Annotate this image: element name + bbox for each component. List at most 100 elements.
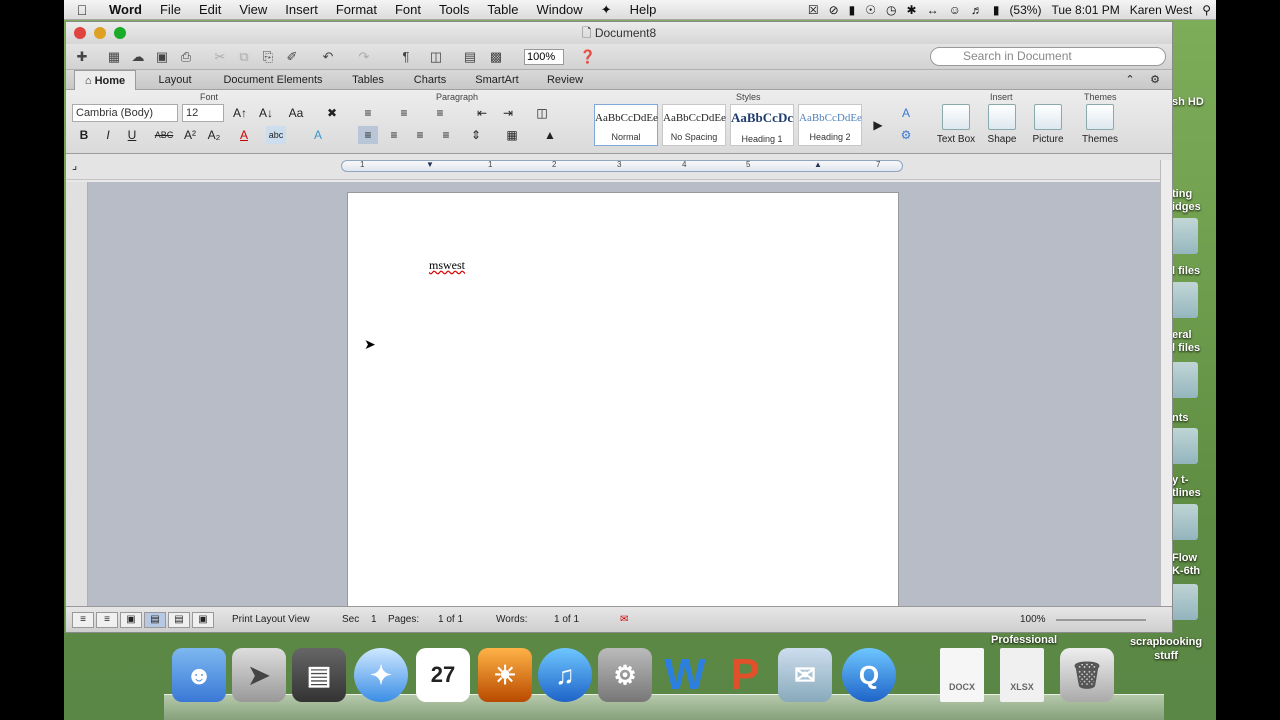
strikethrough-icon[interactable]: ABC: [154, 126, 174, 144]
bluetooth-icon[interactable]: ✱: [902, 3, 922, 17]
desktop-item-label[interactable]: eral: [1172, 329, 1192, 342]
align-right-icon[interactable]: ≡: [410, 126, 430, 144]
collapse-ribbon-icon[interactable]: ⌃: [1122, 70, 1138, 90]
styles-next-icon[interactable]: ▶: [868, 116, 888, 134]
document-page[interactable]: mswest ➤: [347, 192, 899, 612]
help-icon[interactable]: ❓: [578, 48, 598, 66]
quicktime-icon[interactable]: Q: [842, 648, 896, 702]
publishing-view-icon[interactable]: ▣: [120, 612, 142, 628]
font-size-select[interactable]: 12: [182, 104, 224, 122]
close-window-button[interactable]: [74, 27, 86, 39]
word-app-icon[interactable]: W: [658, 648, 712, 702]
iphoto-icon[interactable]: ☀: [478, 648, 532, 702]
desktop-item-label[interactable]: K-6th: [1172, 565, 1200, 578]
line-spacing-icon[interactable]: ⇕: [466, 126, 486, 144]
shrink-font-icon[interactable]: A↓: [256, 104, 276, 122]
trash-icon[interactable]: 🗑: [1060, 648, 1114, 702]
volume-icon[interactable]: ♬: [966, 3, 988, 17]
desktop-item-label[interactable]: scrapbooking: [1126, 636, 1206, 648]
redo-icon[interactable]: ↷: [354, 48, 374, 66]
apple-menu-icon[interactable]: : [64, 2, 100, 18]
desktop-item-label[interactable]: stuff: [1126, 650, 1206, 662]
menu-window[interactable]: Window: [527, 0, 591, 20]
desktop-item-label[interactable]: sh HD: [1172, 96, 1204, 109]
desktop-item-label[interactable]: l files: [1172, 342, 1200, 355]
templates-icon[interactable]: ▦: [104, 48, 124, 66]
menu-format[interactable]: Format: [327, 0, 386, 20]
save-icon[interactable]: ▣: [152, 48, 172, 66]
font-name-select[interactable]: Cambria (Body): [72, 104, 178, 122]
safari-icon[interactable]: ✦: [354, 648, 408, 702]
notebook-view-icon[interactable]: ▤: [168, 612, 190, 628]
menu-edit[interactable]: Edit: [190, 0, 230, 20]
themes-button[interactable]: Themes: [1076, 104, 1124, 145]
insert-picture[interactable]: Picture: [1024, 104, 1072, 145]
italic-icon[interactable]: I: [98, 126, 118, 144]
minimize-window-button[interactable]: [94, 27, 106, 39]
docx-file-icon[interactable]: DOCX: [940, 648, 984, 702]
new-document-icon[interactable]: ✚: [72, 48, 92, 66]
underline-icon[interactable]: U: [122, 126, 142, 144]
columns-icon[interactable]: ◫: [532, 104, 552, 122]
zoom-select[interactable]: 100%: [524, 49, 564, 65]
right-indent-marker-icon[interactable]: ▲: [814, 160, 822, 169]
accessibility-icon[interactable]: ☉: [860, 3, 881, 17]
paste-icon[interactable]: ⎘: [258, 48, 278, 66]
highlight-icon[interactable]: abc: [266, 126, 286, 144]
grow-font-icon[interactable]: A↑: [230, 104, 250, 122]
menu-font[interactable]: Font: [386, 0, 430, 20]
desktop-item-label[interactable]: nts: [1172, 412, 1189, 425]
style-no-spacing[interactable]: AaBbCcDdEe No Spacing: [662, 104, 726, 146]
print-layout-view-icon[interactable]: ▤: [144, 612, 166, 628]
show-paragraph-marks-icon[interactable]: ¶: [396, 48, 416, 66]
style-heading-2[interactable]: AaBbCcDdEe Heading 2: [798, 104, 862, 146]
change-case-icon[interactable]: Aa: [286, 104, 306, 122]
system-preferences-icon[interactable]: ⚙: [598, 648, 652, 702]
search-input[interactable]: Search in Document: [930, 47, 1166, 66]
document-text[interactable]: mswest: [429, 258, 465, 273]
tab-review[interactable]: Review: [536, 70, 594, 90]
style-normal[interactable]: AaBbCcDdEe Normal: [594, 104, 658, 146]
bullets-icon[interactable]: ≡: [358, 104, 378, 122]
itunes-icon[interactable]: ♫: [538, 648, 592, 702]
outline-view-icon[interactable]: ≡: [96, 612, 118, 628]
desktop-item-label[interactable]: Flow: [1172, 552, 1197, 565]
status-x-icon[interactable]: ☒: [803, 3, 824, 17]
ribbon-settings-gear-icon[interactable]: ⚙: [1146, 70, 1164, 90]
text-effects-icon[interactable]: A: [308, 126, 328, 144]
menu-help[interactable]: Help: [621, 0, 666, 20]
numbering-icon[interactable]: ≡: [394, 104, 414, 122]
menu-view[interactable]: View: [230, 0, 276, 20]
desktop-item-label[interactable]: tlines: [1172, 487, 1201, 500]
decrease-indent-icon[interactable]: ⇤: [472, 104, 492, 122]
time-machine-icon[interactable]: ◷: [881, 3, 901, 17]
tab-tables[interactable]: Tables: [340, 70, 396, 90]
tab-document-elements[interactable]: Document Elements: [208, 70, 338, 90]
align-left-icon[interactable]: ≡: [358, 126, 378, 144]
wifi-icon[interactable]: ☺: [944, 3, 966, 17]
proofing-error-icon[interactable]: ✉: [620, 607, 628, 633]
zoom-window-button[interactable]: [114, 27, 126, 39]
superscript-icon[interactable]: A²: [180, 126, 200, 144]
battery-percent[interactable]: (53%): [1004, 3, 1046, 17]
print-icon[interactable]: ⎙: [176, 48, 196, 66]
bold-icon[interactable]: B: [74, 126, 94, 144]
status-note-icon[interactable]: ▮: [844, 3, 861, 17]
borders-icon[interactable]: ▦: [502, 126, 522, 144]
format-painter-icon[interactable]: ✐: [282, 48, 302, 66]
justify-icon[interactable]: ≡: [436, 126, 456, 144]
open-icon[interactable]: ☁: [128, 48, 148, 66]
indent-marker-icon[interactable]: ▼: [426, 160, 434, 169]
tab-smartart[interactable]: SmartArt: [462, 70, 532, 90]
powerpoint-app-icon[interactable]: P: [718, 648, 772, 702]
undo-icon[interactable]: ↶: [318, 48, 338, 66]
multilevel-list-icon[interactable]: ≡: [430, 104, 450, 122]
insert-text-box[interactable]: Text Box: [932, 104, 980, 145]
toolbox-icon[interactable]: ▩: [486, 48, 506, 66]
subscript-icon[interactable]: A₂: [204, 126, 224, 144]
desktop-item-label[interactable]: ting: [1172, 188, 1192, 201]
style-heading-1[interactable]: AaBbCcDc Heading 1: [730, 104, 794, 146]
menubar-user[interactable]: Karen West: [1125, 3, 1197, 17]
script-menu-icon[interactable]: ✦: [592, 0, 621, 20]
shading-icon[interactable]: ▲: [540, 126, 560, 144]
